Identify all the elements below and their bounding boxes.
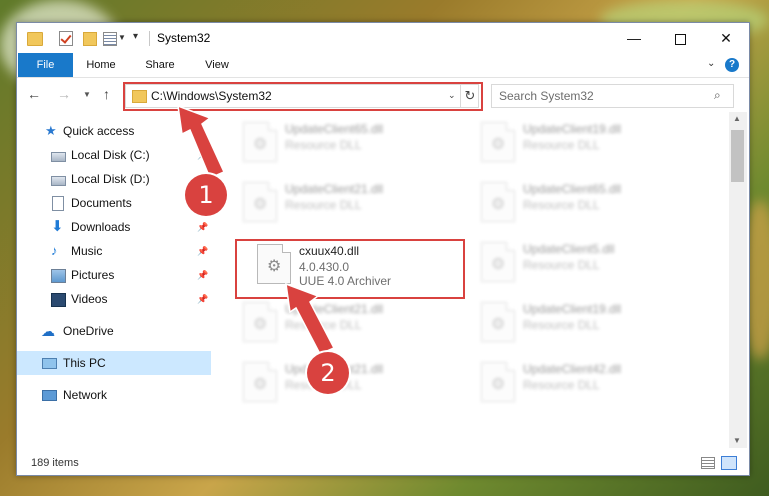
step-badge-2: 2 xyxy=(307,352,349,394)
annotation-arrows xyxy=(177,104,336,355)
arrow-2 xyxy=(285,282,336,355)
arrow-1 xyxy=(177,104,226,179)
step-badge-1: 1 xyxy=(185,174,227,216)
